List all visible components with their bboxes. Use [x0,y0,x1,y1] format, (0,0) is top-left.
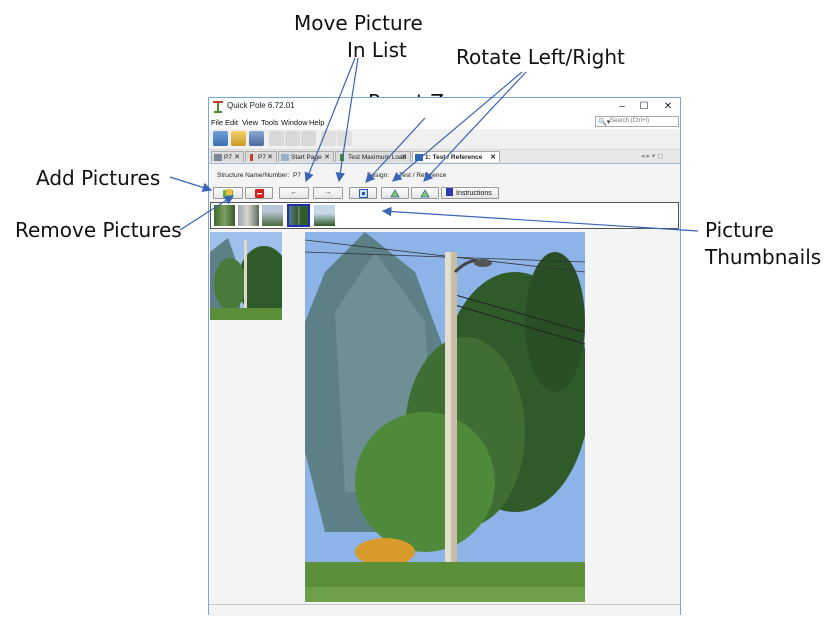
callout-add-pictures: Add Pictures [36,166,161,190]
pole-photo [305,232,585,602]
tab-p7-first[interactable]: P7 ✕ [211,151,244,162]
tab-start-page-icon [281,154,289,161]
tab-reference-icon [415,154,423,161]
preview-photo [210,232,282,320]
menu-file[interactable]: File [211,118,223,127]
design-label: Design: [367,172,390,179]
remove-pictures-icon [254,189,264,198]
toolbar [209,129,680,150]
tab-close-icon[interactable]: ✕ [267,152,273,162]
search-icon: 🔍▾ [598,119,611,126]
rotate-left-icon [390,189,400,198]
remove-pictures-button[interactable] [245,187,273,199]
picture-thumbnail[interactable] [314,205,335,226]
instructions-label: Instructions [456,190,492,197]
add-pictures-icon [223,189,233,198]
rotate-left-button[interactable] [381,187,409,199]
instructions-button[interactable]: Instructions [441,187,499,199]
status-bar [209,604,680,605]
picture-panel: Structure Name/Number: P7 Design: Test /… [209,164,680,616]
tab-navigation-controls[interactable]: ◂ ▸ ▾ ◻ [641,152,663,160]
tab-pole-icon [250,154,253,161]
structure-name-label: Structure Name/Number: [217,172,290,179]
reset-zoom-button[interactable] [349,187,377,199]
tab-test-maximum-load[interactable]: Test Maximum Load ✕ [335,151,411,162]
tab-label: 1: Test / Reference [425,154,483,161]
arrow-add-pictures [169,176,213,193]
paste-icon[interactable] [301,131,316,146]
menu-tools[interactable]: Tools [261,118,279,127]
tab-pole-icon [214,154,222,161]
tab-label: Test Maximum Load [348,154,407,161]
rotate-right-button[interactable] [411,187,439,199]
cut-icon[interactable] [269,131,284,146]
search-box[interactable]: 🔍▾ Search (Ctrl+I) [595,116,679,127]
title-bar: Quick Pole 6.72.01 – ☐ ✕ [209,98,680,116]
search-input[interactable]: Search (Ctrl+I) [610,118,649,124]
instructions-book-icon [446,188,453,196]
menu-edit[interactable]: Edit [225,118,238,127]
tab-label: Start Page [291,154,322,161]
tab-close-icon[interactable]: ✕ [234,152,240,162]
design-value: Test / Reference [399,172,447,179]
callout-move-picture-line2: In List [346,38,407,62]
callout-remove-pictures: Remove Pictures [15,218,182,242]
new-project-icon[interactable] [213,131,228,146]
window-title: Quick Pole 6.72.01 [227,101,295,110]
callout-thumbnails-line1: Picture [705,218,774,242]
picture-preview [210,232,282,320]
close-button[interactable]: ✕ [657,99,679,115]
save-all-icon[interactable] [249,131,264,146]
tab-load-icon [340,154,344,161]
copy-icon[interactable] [285,131,300,146]
move-picture-left-button[interactable]: ← [279,187,309,199]
app-window: Quick Pole 6.72.01 – ☐ ✕ File Edit View … [208,97,681,616]
picture-thumbnail[interactable] [262,205,283,226]
tab-label: P7 [258,154,266,161]
tab-p7-second[interactable]: P7 ✕ [245,151,277,162]
picture-thumbnails-strip [210,202,679,229]
quick-pole-logo-icon [213,101,223,113]
tab-close-icon[interactable]: ✕ [324,152,330,162]
tab-label: P7 [224,154,232,161]
open-project-icon[interactable] [231,131,246,146]
editor-tab-bar: P7 ✕ P7 ✕ Start Page ✕ Test Maximum Load… [209,150,680,164]
menu-help[interactable]: Help [309,118,324,127]
redo-icon[interactable] [337,131,352,146]
tab-test-reference[interactable]: 1: Test / Reference ✕ [412,151,500,162]
move-picture-right-button[interactable]: → [313,187,343,199]
menu-window[interactable]: Window [281,118,308,127]
callout-rotate: Rotate Left/Right [456,45,625,69]
structure-name-value: P7 [293,172,301,179]
callout-move-picture: Move Picture In List [294,10,423,64]
callout-picture-thumbnails: Picture Thumbnails [705,217,821,271]
callout-move-picture-line1: Move Picture [294,11,423,35]
picture-thumbnail[interactable] [238,205,259,226]
add-pictures-button[interactable] [213,187,243,199]
main-picture-view[interactable] [305,232,585,602]
callout-thumbnails-line2: Thumbnails [705,245,822,269]
rotate-right-icon [420,189,430,198]
picture-thumbnail-selected[interactable] [287,204,310,227]
reset-zoom-icon [358,189,368,198]
undo-icon[interactable] [321,131,336,146]
tab-close-icon[interactable]: ✕ [401,152,407,162]
minimize-button[interactable]: – [611,99,633,115]
tab-start-page[interactable]: Start Page ✕ [278,151,334,162]
picture-thumbnail[interactable] [214,205,235,226]
tab-close-icon[interactable]: ✕ [490,152,496,162]
maximize-button[interactable]: ☐ [633,99,655,115]
menu-view[interactable]: View [242,118,258,127]
